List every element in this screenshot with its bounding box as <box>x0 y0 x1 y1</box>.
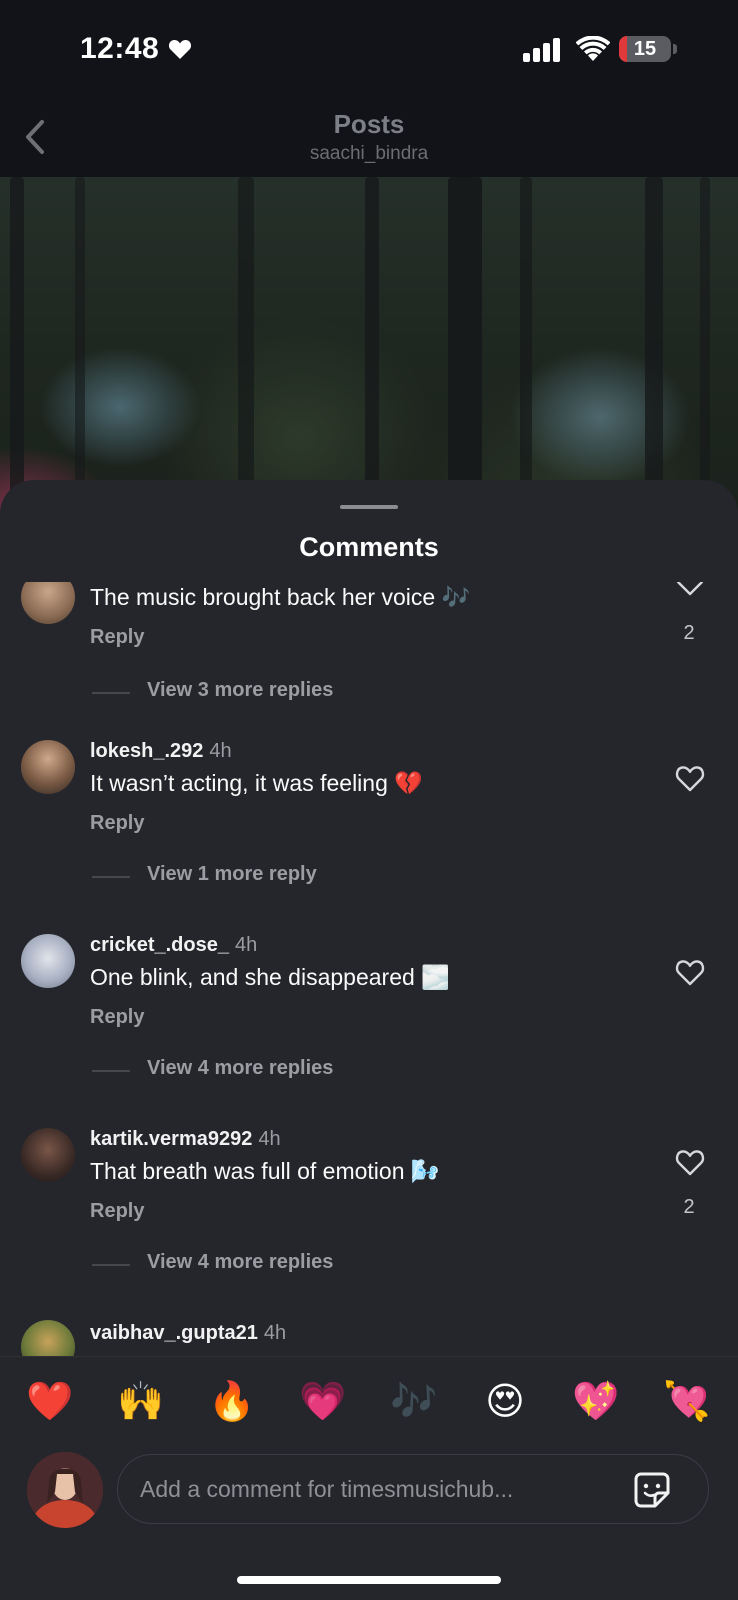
emoji-button[interactable]: 🎶 <box>389 1377 439 1427</box>
reply-button[interactable]: Reply <box>90 1200 144 1223</box>
comment-username[interactable]: cricket_.dose_ <box>90 934 229 956</box>
comments-list[interactable]: The music brought back her voice 🎶 Reply… <box>0 582 738 1390</box>
replies-divider <box>92 876 130 878</box>
comment-username[interactable]: kartik.verma9292 <box>90 1128 252 1150</box>
replies-divider <box>92 1070 130 1072</box>
avatar[interactable] <box>21 740 75 794</box>
page-title: Posts <box>333 109 405 139</box>
comment-item: The music brought back her voice 🎶 Reply… <box>0 582 738 740</box>
reply-button[interactable]: Reply <box>90 626 144 649</box>
emoji-button[interactable]: 💘 <box>662 1377 712 1427</box>
avatar <box>27 1452 103 1528</box>
heart-icon <box>168 39 192 59</box>
page-subtitle[interactable]: saachi_bindra <box>0 143 738 165</box>
emoji-button[interactable]: ❤️ <box>25 1377 75 1427</box>
home-indicator <box>237 1576 501 1584</box>
comment-time: 4h <box>234 934 258 956</box>
app-screen: 12:48 15 Posts saachi_bindra Comments Th… <box>0 0 738 1600</box>
comment-text: One blink, and she disappeared 🌫️ <box>90 964 450 990</box>
cellular-signal-icon <box>523 38 560 62</box>
battery-tip <box>673 44 677 54</box>
avatar[interactable] <box>21 1128 75 1182</box>
heart-outline-icon[interactable] <box>675 582 705 596</box>
avatar[interactable] <box>21 582 75 624</box>
sticker-icon[interactable] <box>633 1471 671 1509</box>
comment-text: The music brought back her voice 🎶 <box>90 584 471 610</box>
comment-item: kartik.verma9292 4h That breath was full … <box>0 1128 738 1318</box>
comment-text: It wasn’t acting, it was feeling 💔 <box>90 770 423 796</box>
view-replies-button[interactable]: View 3 more replies <box>147 679 333 702</box>
comment-text: That breath was full of emotion 🌬️ <box>90 1158 440 1184</box>
avatar-photo <box>27 1452 103 1528</box>
reply-button[interactable]: Reply <box>90 812 144 835</box>
sheet-grabber[interactable] <box>340 505 398 509</box>
view-replies-button[interactable]: View 4 more replies <box>147 1251 333 1274</box>
comment-composer: Add a comment for timesmusichub... <box>0 1452 738 1600</box>
heart-outline-icon[interactable] <box>675 764 705 792</box>
comment-time: 4h <box>209 740 232 762</box>
comment-username[interactable]: lokesh_.292 <box>90 740 203 762</box>
comment-header: cricket_.dose_ 4h <box>90 934 257 957</box>
comment-input[interactable]: Add a comment for timesmusichub... <box>117 1454 709 1524</box>
like-count: 2 <box>683 1196 695 1218</box>
replies-divider <box>92 692 130 694</box>
emoji-button[interactable]: 🔥 <box>207 1377 257 1427</box>
heart-outline-icon[interactable] <box>675 958 705 986</box>
comment-item: cricket_.dose_ 4h One blink, and she disa… <box>0 934 738 1124</box>
nav-header: Posts saachi_bindra <box>0 95 738 177</box>
emoji-button[interactable]: 🙌 <box>116 1377 166 1427</box>
comment-item: lokesh_.292 4h It wasn’t acting, it was f… <box>0 740 738 930</box>
like-count: 2 <box>683 622 695 644</box>
view-replies-button[interactable]: View 1 more reply <box>147 863 317 886</box>
emoji-button[interactable]: 💗 <box>298 1377 348 1427</box>
view-replies-button[interactable]: View 4 more replies <box>147 1057 333 1080</box>
comment-placeholder: Add a comment for timesmusichub... <box>140 1476 514 1502</box>
battery-level: 15 <box>633 38 657 60</box>
comments-title: Comments <box>299 532 439 562</box>
replies-divider <box>92 1264 130 1266</box>
heart-outline-icon[interactable] <box>675 1148 705 1176</box>
comment-header: lokesh_.292 4h <box>90 740 232 763</box>
battery-icon: 15 <box>619 36 671 62</box>
comment-header: kartik.verma9292 4h <box>90 1128 281 1151</box>
wifi-icon <box>576 36 610 61</box>
comment-time: 4h <box>263 1322 287 1344</box>
comment-time: 4h <box>258 1128 281 1150</box>
emoji-button[interactable]: 💖 <box>571 1377 621 1427</box>
reply-button[interactable]: Reply <box>90 1006 144 1029</box>
emoji-button[interactable]: 😍 <box>480 1377 530 1427</box>
status-bar: 12:48 15 <box>0 0 738 95</box>
comment-username[interactable]: vaibhav_.gupta21 <box>90 1322 258 1344</box>
emoji-reaction-bar: ❤️ 🙌 🔥 💗 🎶 😍 💖 💘 <box>0 1356 738 1452</box>
status-time: 12:48 <box>80 32 160 65</box>
post-image <box>0 177 738 517</box>
avatar[interactable] <box>21 934 75 988</box>
comment-header: vaibhav_.gupta21 4h <box>90 1322 286 1345</box>
